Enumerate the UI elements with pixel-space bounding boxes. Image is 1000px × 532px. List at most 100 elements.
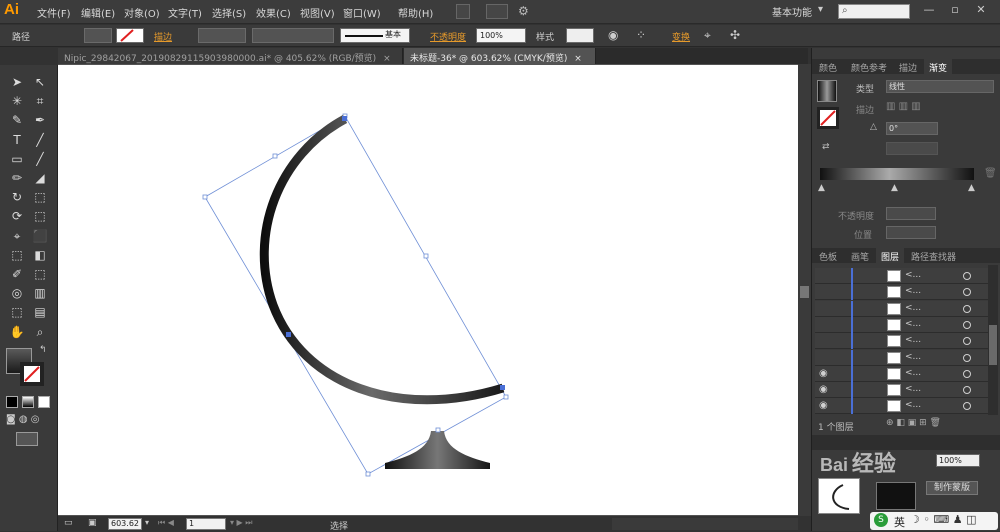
anchor-points[interactable] — [286, 116, 505, 390]
layer-row[interactable]: <... — [815, 349, 998, 366]
artboard-nav-icon[interactable]: ▣ — [88, 518, 97, 528]
pen-tool-icon[interactable]: ✎ — [8, 111, 26, 129]
menu-item[interactable]: 效果(C) — [256, 5, 291, 20]
reverse-gradient-icon[interactable]: ⇄ — [822, 142, 830, 152]
layer-name[interactable]: <... — [905, 303, 921, 313]
target-circle-icon[interactable] — [963, 353, 971, 362]
scroll-thumb[interactable] — [800, 286, 809, 298]
gradient-mode-icon[interactable] — [22, 396, 34, 408]
stroke-link[interactable]: 描边 — [154, 30, 172, 43]
zoom-field[interactable]: 603.62 — [108, 518, 142, 530]
globe-stand-base[interactable] — [385, 431, 490, 469]
layer-row[interactable]: ◉ <... — [815, 398, 998, 415]
base-anchor[interactable] — [435, 427, 441, 433]
menu-item[interactable]: 文字(T) — [168, 5, 202, 20]
stroke-gradient-icons[interactable]: ▥ ▥ ▥ — [886, 101, 942, 113]
gradient-stop-left[interactable]: ▲ — [818, 183, 825, 193]
layer-name[interactable]: <... — [905, 319, 921, 329]
gradient-stop-middle[interactable]: ▲ — [891, 183, 898, 193]
layer-footer-icons[interactable]: ⊕ ◧ ▣ ⊞ 🗑 — [886, 418, 941, 428]
layer-name[interactable]: <... — [905, 270, 921, 280]
menu-item[interactable]: 对象(O) — [124, 5, 160, 20]
opacity-link[interactable]: 不透明度 — [430, 30, 466, 43]
stroke-swatch[interactable] — [116, 28, 144, 43]
layer-tab-3[interactable]: 路径查找器 — [906, 248, 961, 263]
gradient-preview[interactable] — [817, 80, 837, 102]
gradient-slider[interactable] — [820, 168, 974, 180]
layer-tab-1[interactable]: 画笔 — [846, 248, 874, 263]
menu-item[interactable]: 帮助(H) — [398, 5, 433, 20]
target-circle-icon[interactable] — [963, 386, 971, 395]
target-circle-icon[interactable] — [963, 288, 971, 297]
style-swatch[interactable] — [566, 28, 594, 43]
make-mask-button[interactable]: 制作蒙版 — [926, 481, 978, 495]
target-circle-icon[interactable] — [963, 304, 971, 313]
close-tab-icon[interactable]: × — [574, 54, 582, 64]
graph-tool-icon[interactable]: ▥ — [31, 284, 49, 302]
color-mode-icon[interactable] — [6, 396, 18, 408]
location-field[interactable] — [886, 226, 936, 239]
layer-tab-0[interactable]: 色板 — [814, 248, 842, 263]
warp-tool-icon[interactable]: ⟳ — [8, 207, 26, 225]
magic-wand-icon[interactable]: ✳ — [8, 92, 26, 110]
layer-name[interactable]: <... — [905, 352, 921, 362]
minimize-button[interactable]: — — [918, 3, 940, 19]
eyedropper-icon[interactable]: ✐ — [8, 265, 26, 283]
gradient-type-select[interactable]: 线性 — [886, 80, 994, 93]
slice-tool-icon[interactable]: ▤ — [31, 303, 49, 321]
close-tab-icon[interactable]: × — [383, 54, 391, 64]
menu-item[interactable]: 文件(F) — [37, 5, 71, 20]
tab-0[interactable]: 颜色 — [814, 59, 842, 74]
selection-tool-icon[interactable]: ➤ — [8, 73, 26, 91]
scale-tool-icon[interactable]: ⬚ — [31, 188, 49, 206]
tab-1[interactable]: 颜色参考 — [846, 59, 892, 74]
layer-row[interactable]: <... — [815, 316, 998, 333]
artwork[interactable] — [58, 65, 798, 515]
paintbrush-icon[interactable]: ╱ — [31, 150, 49, 168]
next-artboard-icon[interactable]: ▾ ▶ ⏭ — [230, 518, 252, 528]
layer-row[interactable]: <... — [815, 284, 998, 301]
visibility-eye-icon[interactable]: ◉ — [819, 384, 831, 395]
chevron-down-icon[interactable]: ▾ — [145, 518, 149, 527]
angle-field[interactable]: 0° — [886, 122, 938, 135]
layer-row[interactable]: ◉ <... — [815, 365, 998, 382]
tab-document-2[interactable]: 未标题-36* @ 603.62% (CMYK/预览) × — [404, 48, 596, 64]
target-circle-icon[interactable] — [963, 337, 971, 346]
horizontal-scrollbar[interactable] — [612, 518, 798, 530]
shape-builder-icon[interactable]: ⌖ — [8, 227, 26, 245]
symbol-sprayer-icon[interactable]: ◎ — [8, 284, 26, 302]
free-transform-icon[interactable]: ⬚ — [31, 207, 49, 225]
layer-row[interactable]: <... — [815, 268, 998, 284]
direct-selection-tool-icon[interactable]: ↖ — [31, 73, 49, 91]
rectangle-tool-icon[interactable]: ▭ — [8, 150, 26, 168]
swap-fill-stroke-icon[interactable]: ↰ — [39, 345, 47, 355]
layer-row[interactable]: <... — [815, 300, 998, 317]
target-circle-icon[interactable] — [963, 320, 971, 329]
close-button[interactable]: ✕ — [970, 3, 992, 19]
bounding-box[interactable] — [204, 115, 507, 475]
stroke-indicator[interactable] — [20, 362, 44, 386]
gpu-icon[interactable]: ⚙ — [518, 4, 536, 20]
ime-icons[interactable]: ☽ ◦ ⌨ ♟ ◫ — [910, 513, 976, 526]
panel-menu-icon[interactable]: ✣ — [730, 28, 740, 42]
mesh-tool-icon[interactable]: ⬚ — [8, 246, 26, 264]
lasso-icon[interactable]: ⌗ — [31, 92, 49, 110]
rotate-tool-icon[interactable]: ↻ — [8, 188, 26, 206]
zoom-menu-icon[interactable]: ▭ — [64, 518, 78, 530]
stop-opacity-field[interactable] — [886, 207, 936, 220]
fill-swatch[interactable] — [84, 28, 112, 43]
layer-name[interactable]: <... — [905, 384, 921, 394]
maximize-button[interactable]: ▫ — [944, 3, 966, 19]
layers-scrollbar[interactable] — [988, 265, 998, 415]
variable-width-field[interactable] — [252, 28, 334, 43]
transform-link[interactable]: 变换 — [672, 30, 690, 43]
brush-definition-field[interactable]: 基本 — [340, 28, 410, 43]
stroke-swatch-small[interactable] — [817, 107, 839, 129]
search-input[interactable]: ⌕ — [838, 4, 910, 19]
tab-3[interactable]: 渐变 — [924, 59, 953, 74]
pencil-icon[interactable]: ✏ — [8, 169, 26, 187]
align-icon[interactable]: ⁘ — [636, 28, 646, 42]
blend-tool-icon[interactable]: ⬚ — [31, 265, 49, 283]
first-artboard-icon[interactable]: ⏮ ◀ — [158, 518, 174, 528]
screen-mode-icon[interactable] — [16, 432, 38, 446]
